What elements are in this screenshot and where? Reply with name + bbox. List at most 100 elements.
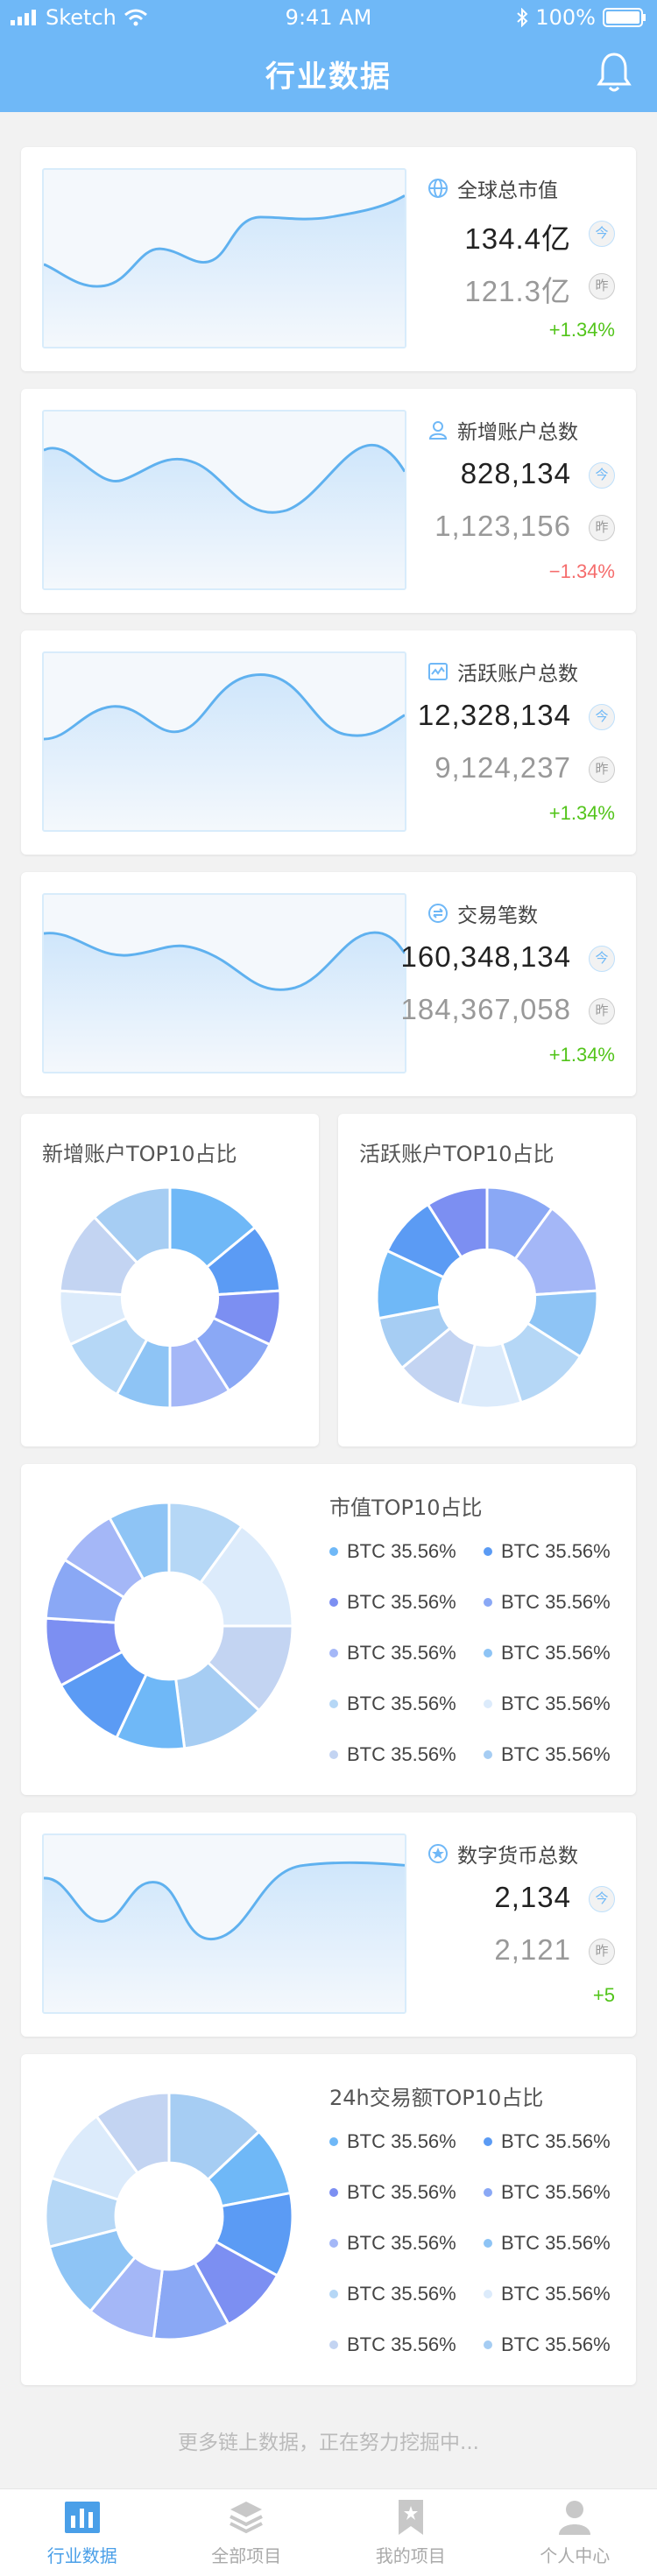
donut-title: 新增账户TOP10占比 <box>42 1142 237 1166</box>
legend-label: BTC 35.56% <box>501 2232 611 2254</box>
change-value: +5 <box>592 1984 615 2006</box>
battery-label: 100% <box>535 5 596 30</box>
legend-item: BTC 35.56% <box>329 2333 484 2355</box>
change-value: +1.34% <box>548 319 615 341</box>
stat-card-transactions[interactable]: 交易笔数 160,348,134 今 184,367,058 昨 +1.34% <box>21 872 636 1096</box>
legend-item: BTC 35.56% <box>329 2181 484 2203</box>
page-title: 行业数据 <box>265 60 392 95</box>
donut-card-market-cap[interactable]: 市值TOP10占比 BTC 35.56% BTC 35.56% BTC 35.56%… <box>21 1464 636 1795</box>
legend-item: BTC 35.56% <box>329 1540 484 1562</box>
legend-dot <box>329 2340 338 2349</box>
header: Sketch 9:41 AM 100% 行业数据 <box>0 0 657 112</box>
legend-label: BTC 35.56% <box>501 2333 611 2355</box>
legend-dot <box>484 1750 492 1759</box>
today-badge: 今 <box>589 704 615 730</box>
stat-title: 交易笔数 <box>427 898 538 928</box>
stat-title: 全球总市值 <box>427 173 558 203</box>
tab-label: 我的项目 <box>375 2545 446 2566</box>
coin-icon <box>428 1844 448 1863</box>
donut-card-active-accounts[interactable]: 活跃账户TOP10占比 <box>338 1114 636 1446</box>
legend-item: BTC 35.56% <box>484 2232 627 2254</box>
bluetooth-icon <box>517 8 528 27</box>
legend-item: BTC 35.56% <box>329 1743 484 1765</box>
stat-title: 新增账户总数 <box>427 415 578 445</box>
legend-item: BTC 35.56% <box>484 1743 627 1765</box>
stat-card-coins[interactable]: 数字货币总数 2,134 今 2,121 昨 +5 <box>21 1812 636 2037</box>
legend-label: BTC 35.56% <box>501 2283 611 2305</box>
yesterday-value: 121.3亿 <box>464 275 571 307</box>
legend-dot <box>484 1700 492 1708</box>
trend-chart <box>42 651 406 832</box>
today-badge: 今 <box>589 946 615 972</box>
activity-icon <box>428 663 448 680</box>
today-value: 2,134 <box>494 1881 571 1913</box>
legend-label: BTC 35.56% <box>347 1693 456 1714</box>
yesterday-badge: 昨 <box>589 1939 615 1965</box>
tab-my-projects[interactable]: 我的项目 <box>328 2489 493 2576</box>
legend-label: BTC 35.56% <box>347 2130 456 2152</box>
person-icon <box>559 2501 591 2535</box>
legend-dot <box>329 2290 338 2298</box>
legend-item: BTC 35.56% <box>329 1642 484 1664</box>
legend-item: BTC 35.56% <box>484 2333 627 2355</box>
donut-card-volume-24h[interactable]: 24h交易额TOP10占比 BTC 35.56% BTC 35.56% BTC 35… <box>21 2054 636 2385</box>
legend-dot <box>484 2188 492 2197</box>
legend-label: BTC 35.56% <box>501 1642 611 1664</box>
legend-label: BTC 35.56% <box>501 1743 611 1765</box>
yesterday-value: 1,123,156 <box>434 510 571 542</box>
legend-label: BTC 35.56% <box>501 1540 611 1562</box>
tab-all-projects[interactable]: 全部项目 <box>165 2489 329 2576</box>
legend-dot <box>484 1649 492 1658</box>
stat-title-label: 活跃账户总数 <box>457 663 578 686</box>
legend-label: BTC 35.56% <box>347 1743 456 1765</box>
stat-title-label: 新增账户总数 <box>457 421 578 444</box>
legend-label: BTC 35.56% <box>347 2333 456 2355</box>
legend: BTC 35.56% BTC 35.56% BTC 35.56% BTC 35.56%… <box>329 1540 627 1765</box>
yesterday-badge: 昨 <box>589 273 615 299</box>
legend-dot <box>329 1547 338 1556</box>
yesterday-value: 184,367,058 <box>400 993 571 1025</box>
tab-label: 个人中心 <box>540 2545 611 2566</box>
yesterday-value: 2,121 <box>494 1933 571 1966</box>
legend-item: BTC 35.56% <box>329 1591 484 1613</box>
legend-item: BTC 35.56% <box>484 2130 627 2152</box>
legend-dot <box>329 1598 338 1607</box>
change-value: +1.34% <box>548 1044 615 1066</box>
donut-card-new-accounts[interactable]: 新增账户TOP10占比 <box>21 1114 319 1446</box>
tab-industry-data[interactable]: 行业数据 <box>0 2489 165 2576</box>
tab-profile[interactable]: 个人中心 <box>493 2489 657 2576</box>
legend-dot <box>329 1649 338 1658</box>
trend-chart <box>42 1833 406 2014</box>
yesterday-value: 9,124,237 <box>434 751 571 784</box>
yesterday-badge: 昨 <box>589 998 615 1024</box>
stat-card-market-cap[interactable]: 全球总市值 134.4亿 今 121.3亿 昨 +1.34% <box>21 147 636 371</box>
legend-item: BTC 35.56% <box>484 2283 627 2305</box>
legend-label: BTC 35.56% <box>347 2181 456 2203</box>
donut-chart <box>44 1501 294 1751</box>
trend-chart <box>42 168 406 348</box>
stat-card-active-accounts[interactable]: 活跃账户总数 12,328,134 今 9,124,237 昨 +1.34% <box>21 630 636 855</box>
tab-label: 全部项目 <box>211 2545 282 2566</box>
trend-chart <box>42 893 406 1073</box>
stat-title: 数字货币总数 <box>427 1839 578 1869</box>
legend-dot <box>484 2137 492 2146</box>
stat-title-label: 全球总市值 <box>457 179 558 202</box>
legend-dot <box>329 2188 338 2197</box>
bookmark-icon <box>398 2500 423 2535</box>
donut-title: 市值TOP10占比 <box>329 1496 483 1520</box>
legend-label: BTC 35.56% <box>501 2130 611 2152</box>
legend-label: BTC 35.56% <box>501 1693 611 1714</box>
user-icon <box>428 421 448 440</box>
legend-item: BTC 35.56% <box>484 1540 627 1562</box>
legend: BTC 35.56% BTC 35.56% BTC 35.56% BTC 35.56%… <box>329 2130 627 2355</box>
stat-card-new-accounts[interactable]: 新增账户总数 828,134 今 1,123,156 昨 −1.34% <box>21 389 636 613</box>
legend-dot <box>484 2290 492 2298</box>
legend-item: BTC 35.56% <box>329 2283 484 2305</box>
today-badge: 今 <box>589 462 615 489</box>
bell-icon[interactable] <box>596 51 632 95</box>
legend-dot <box>329 2239 338 2248</box>
legend-label: BTC 35.56% <box>347 1642 456 1664</box>
footer-note: 更多链上数据，正在努力挖掘中... <box>178 2432 479 2454</box>
legend-label: BTC 35.56% <box>347 2232 456 2254</box>
donut-title: 24h交易额TOP10占比 <box>329 2086 544 2110</box>
